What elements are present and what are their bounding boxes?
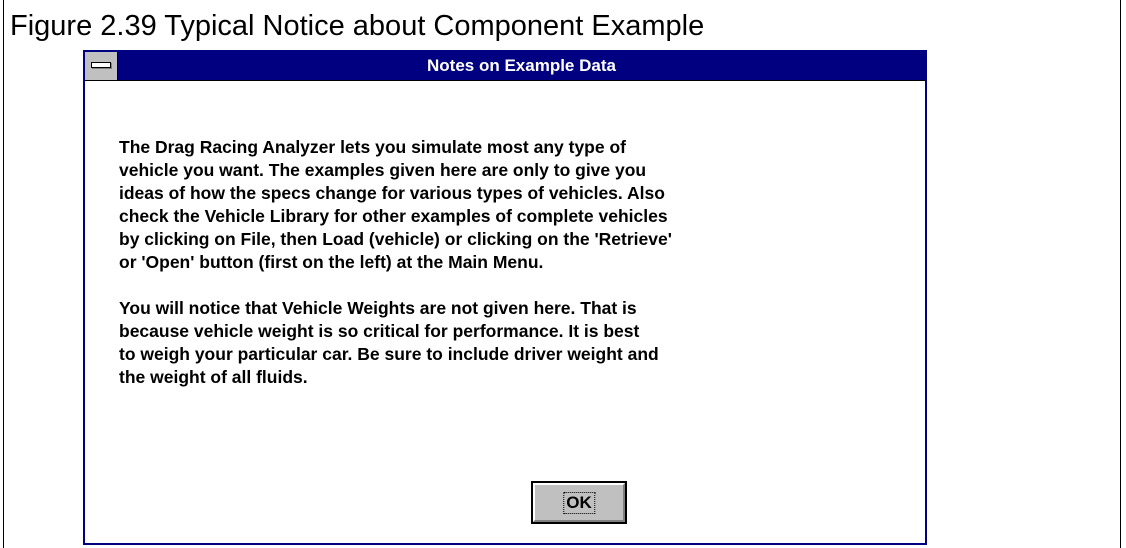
figure-frame-right-border xyxy=(1120,0,1121,548)
dialog-titlebar: Notes on Example Data xyxy=(85,52,925,81)
message-paragraph-2: You will notice that Vehicle Weights are… xyxy=(119,298,659,387)
message-paragraph-1: The Drag Racing Analyzer lets you simula… xyxy=(119,137,672,272)
ok-button[interactable]: OK xyxy=(531,481,627,524)
figure-frame-left-border xyxy=(3,0,4,548)
system-menu-button[interactable] xyxy=(85,52,118,80)
figure-caption: Figure 2.39 Typical Notice about Compone… xyxy=(10,10,705,42)
system-menu-icon xyxy=(91,62,111,68)
dialog-message: The Drag Racing Analyzer lets you simula… xyxy=(119,136,879,412)
dialog-title: Notes on Example Data xyxy=(427,56,616,75)
notes-dialog: Notes on Example Data The Drag Racing An… xyxy=(83,50,927,545)
ok-button-label: OK xyxy=(563,491,595,514)
